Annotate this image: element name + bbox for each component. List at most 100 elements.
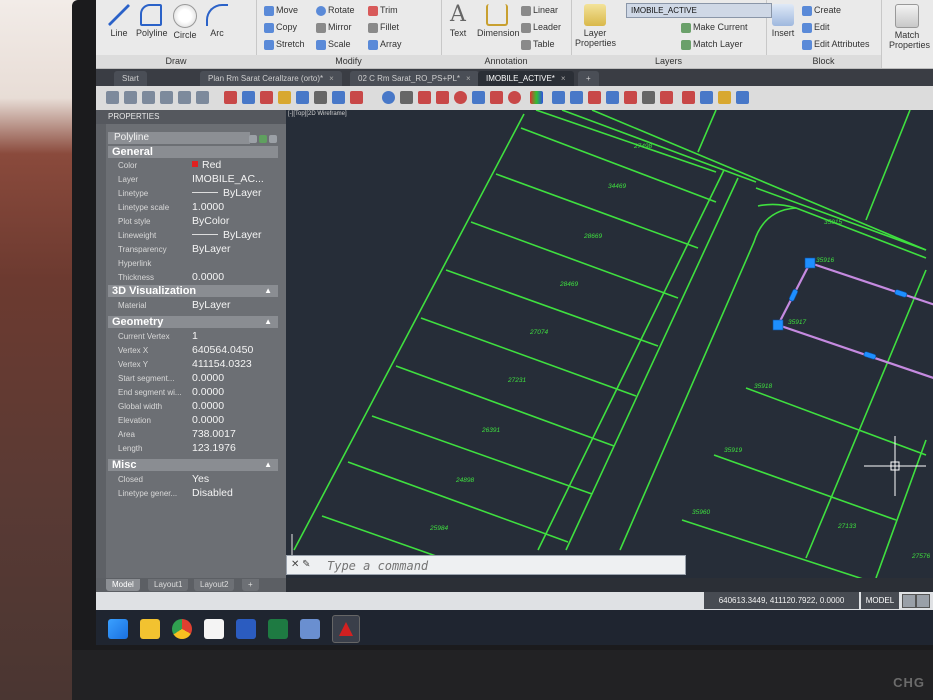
- toolbar-icon[interactable]: [570, 91, 583, 104]
- file-explorer-icon[interactable]: [140, 619, 160, 639]
- layer-dropdown[interactable]: IMOBILE_ACTIVE: [626, 3, 772, 18]
- property-value[interactable]: ByColor: [192, 215, 229, 228]
- toolbar-icon[interactable]: [588, 91, 601, 104]
- property-row[interactable]: Transparency ByLayer: [108, 243, 278, 256]
- modify-panel-title[interactable]: Modify: [256, 55, 441, 68]
- toolbar-icon[interactable]: [224, 91, 237, 104]
- vertex-grip[interactable]: [804, 257, 816, 269]
- insert-button[interactable]: Insert: [768, 4, 798, 38]
- property-row[interactable]: Elevation 0.0000: [108, 414, 278, 427]
- toolbar-icon[interactable]: [490, 91, 503, 104]
- leader-button[interactable]: Leader: [521, 22, 561, 33]
- palette-side-bar[interactable]: [96, 124, 106, 578]
- coordinates-readout[interactable]: 640613.3449, 411120.7922, 0.0000: [704, 592, 859, 609]
- object-type-dropdown[interactable]: Polyline: [108, 132, 250, 144]
- toolbar-icon[interactable]: [718, 91, 731, 104]
- midpoint-grip[interactable]: [863, 351, 877, 360]
- toolbar-icon[interactable]: [508, 91, 521, 104]
- properties-title[interactable]: PROPERTIES: [96, 110, 286, 124]
- scale-button[interactable]: Scale: [316, 39, 351, 50]
- circle-button[interactable]: Circle: [170, 4, 200, 40]
- line-button[interactable]: Line: [104, 4, 134, 38]
- property-row[interactable]: Linetype scale 1.0000: [108, 201, 278, 214]
- add-layout-button[interactable]: +: [242, 579, 259, 591]
- layer-properties-button[interactable]: Layer Properties: [575, 4, 616, 48]
- property-row[interactable]: Area 738.0017: [108, 428, 278, 441]
- property-value[interactable]: ByLayer: [192, 299, 231, 312]
- autocad-taskbar-button[interactable]: [332, 615, 360, 643]
- property-value[interactable]: 411154.0323: [192, 358, 252, 371]
- toolbar-icon[interactable]: [454, 91, 467, 104]
- toolbar-icon[interactable]: [350, 91, 363, 104]
- stretch-button[interactable]: Stretch: [264, 39, 305, 50]
- property-row[interactable]: Material ByLayer: [108, 299, 278, 312]
- property-value[interactable]: ByLayer: [192, 187, 262, 200]
- draw-panel-title[interactable]: Draw: [96, 55, 256, 68]
- mirror-button[interactable]: Mirror: [316, 22, 352, 33]
- property-row[interactable]: Global width 0.0000: [108, 400, 278, 413]
- property-row[interactable]: Length 123.1976: [108, 442, 278, 455]
- toolbar-icon[interactable]: [552, 91, 565, 104]
- property-row[interactable]: Color Red: [108, 159, 278, 172]
- property-row[interactable]: Linetype ByLayer: [108, 187, 278, 200]
- layers-panel-title[interactable]: Layers: [571, 55, 766, 68]
- copy-button[interactable]: Copy: [264, 22, 297, 33]
- arc-button[interactable]: Arc: [202, 4, 232, 38]
- select-objects-icon[interactable]: [259, 135, 267, 143]
- match-layer-button[interactable]: Match Layer: [681, 39, 743, 50]
- property-value[interactable]: 123.1976: [192, 442, 236, 455]
- vertex-grip[interactable]: [772, 319, 784, 331]
- grid-icon[interactable]: [902, 594, 916, 608]
- toolbar-icon[interactable]: [314, 91, 327, 104]
- move-button[interactable]: Move: [264, 5, 298, 16]
- property-row[interactable]: Closed Yes: [108, 473, 278, 486]
- toolbar-icon[interactable]: [606, 91, 619, 104]
- toolbar-icon[interactable]: [178, 91, 191, 104]
- close-icon[interactable]: ×: [466, 74, 471, 83]
- drawing-canvas[interactable]: [-][Top][2D Wireframe] 27498 34469 28669…: [286, 110, 933, 578]
- tab-plan-rm-sarat[interactable]: Plan Rm Sarat Cerallzare (orto)* ×: [200, 71, 342, 86]
- property-value[interactable]: 0.0000: [192, 271, 224, 284]
- toolbar-icon[interactable]: [382, 91, 395, 104]
- rotate-button[interactable]: Rotate: [316, 5, 355, 16]
- toolbar-icon[interactable]: [736, 91, 749, 104]
- toolbar-icon[interactable]: [642, 91, 655, 104]
- toolbar-icon[interactable]: [418, 91, 431, 104]
- block-panel-title[interactable]: Block: [766, 55, 881, 68]
- toolbar-icon[interactable]: [530, 91, 543, 104]
- windows-start-icon[interactable]: [108, 619, 128, 639]
- edit-attributes-button[interactable]: Edit Attributes: [802, 39, 870, 50]
- create-block-button[interactable]: Create: [802, 5, 841, 16]
- toolbar-icon[interactable]: [278, 91, 291, 104]
- calculator-icon[interactable]: [300, 619, 320, 639]
- dimension-button[interactable]: Dimension: [477, 4, 520, 38]
- make-current-button[interactable]: Make Current: [681, 22, 748, 33]
- property-row[interactable]: Layer IMOBILE_AC...: [108, 173, 278, 186]
- tab-layout2[interactable]: Layout2: [194, 579, 235, 591]
- property-value[interactable]: 0.0000: [192, 400, 224, 413]
- property-row[interactable]: Lineweight ByLayer: [108, 229, 278, 242]
- excel-icon[interactable]: [268, 619, 288, 639]
- fillet-button[interactable]: Fillet: [368, 22, 399, 33]
- model-space-button[interactable]: MODEL: [861, 592, 899, 609]
- toolbar-icon[interactable]: [124, 91, 137, 104]
- property-value[interactable]: ByLayer: [192, 229, 262, 242]
- toolbar-icon[interactable]: [332, 91, 345, 104]
- property-value[interactable]: ByLayer: [192, 243, 231, 256]
- section-misc[interactable]: Misc ▲: [108, 459, 278, 471]
- chrome-icon[interactable]: [172, 619, 192, 639]
- property-row[interactable]: Plot style ByColor: [108, 215, 278, 228]
- toolbar-icon[interactable]: [400, 91, 413, 104]
- toolbar-icon[interactable]: [624, 91, 637, 104]
- property-value[interactable]: 0.0000: [192, 372, 224, 385]
- tab-imobile-active[interactable]: IMOBILE_ACTIVE* ×: [478, 71, 574, 86]
- close-icon[interactable]: ×: [329, 74, 334, 83]
- toolbar-icon[interactable]: [660, 91, 673, 104]
- toolbar-icon[interactable]: [296, 91, 309, 104]
- toolbar-icon[interactable]: [682, 91, 695, 104]
- property-row[interactable]: Current Vertex 1: [108, 330, 278, 343]
- section-general[interactable]: General: [108, 146, 278, 158]
- close-icon[interactable]: ×: [561, 74, 566, 83]
- tab-layout1[interactable]: Layout1: [148, 579, 189, 591]
- match-properties-button[interactable]: Match Properties: [889, 4, 930, 50]
